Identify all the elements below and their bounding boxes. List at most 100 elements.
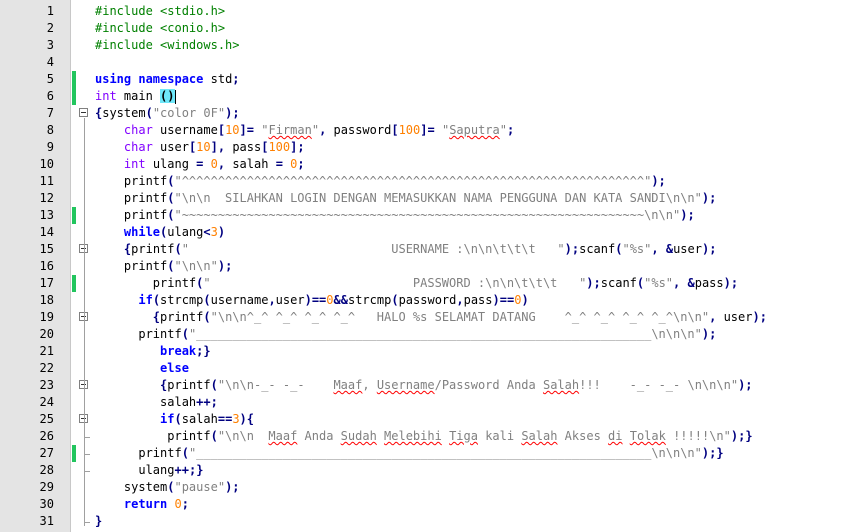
code-text[interactable]: } bbox=[95, 513, 102, 530]
line-number: 14 bbox=[39, 225, 54, 239]
code-line[interactable]: 22 else bbox=[0, 360, 841, 377]
line-number: 30 bbox=[39, 497, 54, 511]
line-number: 23 bbox=[39, 378, 54, 392]
code-line[interactable]: 28 ulang++;} bbox=[0, 462, 841, 479]
line-number: 10 bbox=[39, 157, 54, 171]
line-number: 8 bbox=[46, 123, 54, 137]
fold-end-marker bbox=[84, 454, 90, 455]
line-number: 1 bbox=[46, 4, 54, 18]
fold-end-marker bbox=[84, 522, 90, 523]
code-text[interactable]: {printf(" USERNAME :\n\n\t\t\t ");scanf(… bbox=[95, 241, 717, 258]
code-text[interactable]: while(ulang<3) bbox=[95, 224, 225, 241]
line-number: 13 bbox=[39, 208, 54, 222]
code-line[interactable]: 7 {system("color 0F"); bbox=[0, 105, 841, 122]
line-number: 25 bbox=[39, 412, 54, 426]
code-text[interactable]: int ulang = 0, salah = 0; bbox=[95, 156, 305, 173]
code-text[interactable]: int main () bbox=[95, 88, 176, 105]
code-text[interactable]: ulang++;} bbox=[95, 462, 203, 479]
line-number: 15 bbox=[39, 242, 54, 256]
code-line[interactable]: 21 break;} bbox=[0, 343, 841, 360]
code-line[interactable]: 24 salah++; bbox=[0, 394, 841, 411]
code-line[interactable]: 5 using namespace std; bbox=[0, 71, 841, 88]
line-number: 9 bbox=[46, 140, 54, 154]
line-number: 31 bbox=[39, 514, 54, 528]
code-line[interactable]: 8 char username[10]= "Firman", password[… bbox=[0, 122, 841, 139]
line-number: 11 bbox=[39, 174, 54, 188]
code-line[interactable]: 13 printf("~~~~~~~~~~~~~~~~~~~~~~~~~~~~~… bbox=[0, 207, 841, 224]
code-text[interactable]: break;} bbox=[95, 343, 211, 360]
code-line[interactable]: 23 {printf("\n\n-_- -_- Maaf, Username/P… bbox=[0, 377, 841, 394]
change-marker bbox=[72, 88, 76, 105]
line-number: 27 bbox=[39, 446, 54, 460]
code-line[interactable]: 26 printf("\n\n Maaf Anda Sudah Melebihi… bbox=[0, 428, 841, 445]
change-marker bbox=[72, 445, 76, 462]
code-text[interactable]: printf("\n\n SILAHKAN LOGIN DENGAN MEMAS… bbox=[95, 190, 716, 207]
code-text[interactable]: printf("________________________________… bbox=[95, 326, 716, 343]
line-number: 26 bbox=[39, 429, 54, 443]
code-text[interactable]: printf("~~~~~~~~~~~~~~~~~~~~~~~~~~~~~~~~… bbox=[95, 207, 695, 224]
line-number: 29 bbox=[39, 480, 54, 494]
line-number: 19 bbox=[39, 310, 54, 324]
code-line[interactable]: 17 printf(" PASSWORD :\n\n\t\t\t ");scan… bbox=[0, 275, 841, 292]
fold-end-marker bbox=[84, 437, 90, 438]
code-editor[interactable]: 1 #include <stdio.h> 2 #include <conio.h> 3 #… bbox=[0, 0, 841, 532]
code-line[interactable]: 30 return 0; bbox=[0, 496, 841, 513]
code-text[interactable]: #include <conio.h> bbox=[95, 20, 225, 37]
code-line[interactable]: 31} bbox=[0, 513, 841, 530]
code-line[interactable]: 1 #include <stdio.h> bbox=[0, 3, 841, 20]
text-caret bbox=[174, 89, 176, 104]
code-line[interactable]: 12 printf("\n\n SILAHKAN LOGIN DENGAN ME… bbox=[0, 190, 841, 207]
code-text[interactable]: printf("^^^^^^^^^^^^^^^^^^^^^^^^^^^^^^^^… bbox=[95, 173, 666, 190]
code-line[interactable]: 14 while(ulang<3) bbox=[0, 224, 841, 241]
line-number: 18 bbox=[39, 293, 54, 307]
fold-minus-icon[interactable] bbox=[79, 108, 88, 117]
code-text[interactable]: {printf("\n\n^_^ ^_^ ^_^ ^_^ HALO %s SEL… bbox=[95, 309, 767, 326]
code-line[interactable]: 29 system("pause"); bbox=[0, 479, 841, 496]
line-number: 16 bbox=[39, 259, 54, 273]
line-number: 7 bbox=[46, 106, 54, 120]
fold-guide bbox=[84, 118, 85, 526]
code-line[interactable]: 4 bbox=[0, 54, 841, 71]
code-line[interactable]: 10 int ulang = 0, salah = 0; bbox=[0, 156, 841, 173]
code-line[interactable]: 3 #include <windows.h> bbox=[0, 37, 841, 54]
code-text[interactable]: #include <windows.h> bbox=[95, 37, 240, 54]
code-line[interactable]: 18 if(strcmp(username,user)==0&&strcmp(p… bbox=[0, 292, 841, 309]
line-number: 17 bbox=[39, 276, 54, 290]
line-number: 6 bbox=[46, 89, 54, 103]
code-line[interactable]: 6 int main () bbox=[0, 88, 841, 105]
change-marker bbox=[72, 275, 76, 292]
code-text[interactable]: {system("color 0F"); bbox=[95, 105, 240, 122]
code-text[interactable]: #include <stdio.h> bbox=[95, 3, 225, 20]
code-text[interactable]: printf("\n\n Maaf Anda Sudah Melebihi Ti… bbox=[95, 428, 752, 445]
code-text[interactable]: system("pause"); bbox=[95, 479, 240, 496]
line-number: 21 bbox=[39, 344, 54, 358]
code-text[interactable]: {printf("\n\n-_- -_- Maaf, Username/Pass… bbox=[95, 377, 753, 394]
code-text[interactable]: char username[10]= "Firman", password[10… bbox=[95, 122, 514, 139]
change-marker bbox=[72, 207, 76, 224]
change-marker bbox=[72, 71, 76, 88]
code-text[interactable]: else bbox=[95, 360, 189, 377]
code-text[interactable]: if(strcmp(username,user)==0&&strcmp(pass… bbox=[95, 292, 528, 309]
code-text[interactable]: char user[10], pass[100]; bbox=[95, 139, 305, 156]
code-text[interactable]: salah++; bbox=[95, 394, 218, 411]
code-line[interactable]: 9 char user[10], pass[100]; bbox=[0, 139, 841, 156]
code-text[interactable]: return 0; bbox=[95, 496, 189, 513]
line-number: 4 bbox=[46, 55, 54, 69]
code-text[interactable]: if(salah==3){ bbox=[95, 411, 254, 428]
code-text[interactable]: printf(" PASSWORD :\n\n\t\t\t ");scanf("… bbox=[95, 275, 738, 292]
code-line[interactable]: 19 {printf("\n\n^_^ ^_^ ^_^ ^_^ HALO %s … bbox=[0, 309, 841, 326]
code-line[interactable]: 16 printf("\n\n"); bbox=[0, 258, 841, 275]
code-text[interactable]: printf("________________________________… bbox=[95, 445, 723, 462]
code-line[interactable]: 15 {printf(" USERNAME :\n\n\t\t\t ");sca… bbox=[0, 241, 841, 258]
code-text[interactable]: using namespace std; bbox=[95, 71, 240, 88]
line-number: 5 bbox=[46, 72, 54, 86]
code-line[interactable]: 11 printf("^^^^^^^^^^^^^^^^^^^^^^^^^^^^^… bbox=[0, 173, 841, 190]
code-line[interactable]: 25 if(salah==3){ bbox=[0, 411, 841, 428]
code-line[interactable]: 2 #include <conio.h> bbox=[0, 20, 841, 37]
code-line[interactable]: 20 printf("_____________________________… bbox=[0, 326, 841, 343]
line-number: 28 bbox=[39, 463, 54, 477]
code-text[interactable]: printf("\n\n"); bbox=[95, 258, 232, 275]
fold-end-marker bbox=[84, 471, 90, 472]
line-number: 3 bbox=[46, 38, 54, 52]
code-line[interactable]: 27 printf("_____________________________… bbox=[0, 445, 841, 462]
